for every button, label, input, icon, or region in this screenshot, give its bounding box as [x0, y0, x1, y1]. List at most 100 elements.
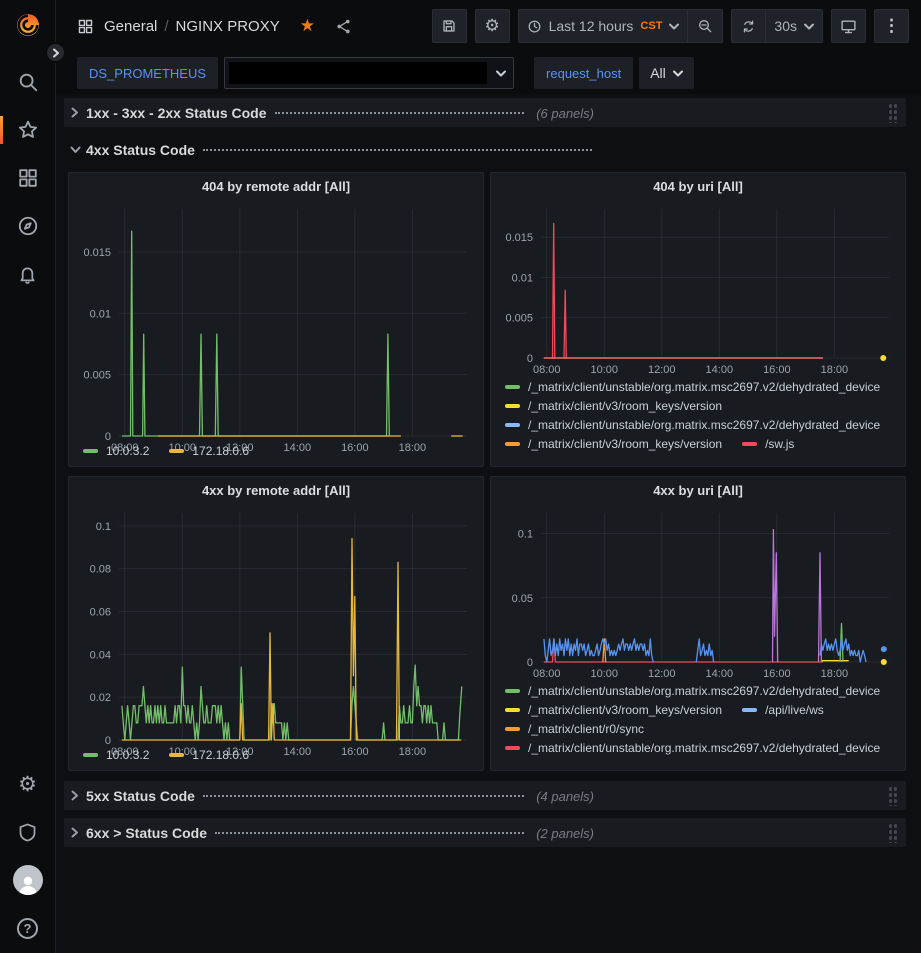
- breadcrumb-section[interactable]: General: [104, 18, 157, 35]
- time-picker-group: Last 12 hours CST: [518, 9, 724, 43]
- panel-legend: 10.0.3.2 172.18.0.6: [69, 746, 483, 770]
- svg-text:0: 0: [527, 353, 533, 365]
- svg-text:0.04: 0.04: [90, 649, 111, 661]
- legend-item[interactable]: /api/live/ws: [742, 703, 824, 717]
- breadcrumb-dashboard-title[interactable]: NGINX PROXY: [176, 18, 280, 35]
- row-header-6xx[interactable]: 6xx > Status Code (2 panels): [64, 818, 906, 847]
- variable-label-ds-prometheus[interactable]: DS_PROMETHEUS: [77, 57, 218, 89]
- panel-header[interactable]: 404 by remote addr [All]: [69, 173, 483, 199]
- legend-item[interactable]: 172.18.0.6: [169, 444, 249, 458]
- time-series-plot[interactable]: 08:0010:0012:0014:0016:0018:0000.050.1: [495, 503, 901, 682]
- sidebar-expand-button[interactable]: [45, 42, 66, 63]
- time-series-plot[interactable]: 08:0010:0012:0014:0016:0018:0000.0050.01…: [73, 199, 479, 442]
- more-options-button[interactable]: ⋮: [874, 9, 909, 43]
- grafana-logo[interactable]: [14, 11, 42, 44]
- zoom-out-icon: [697, 18, 713, 34]
- chevron-down-icon: [669, 23, 679, 30]
- star-outline-icon: [17, 119, 39, 141]
- svg-text:0.02: 0.02: [90, 692, 111, 704]
- legend-series-label: /_matrix/client/r0/sync: [528, 722, 644, 736]
- row-header-5xx[interactable]: 5xx Status Code (4 panels): [64, 781, 906, 810]
- row-header-1xx-3xx-2xx[interactable]: 1xx - 3xx - 2xx Status Code (6 panels): [64, 98, 906, 127]
- dashboard-settings-button[interactable]: ⚙: [475, 9, 510, 43]
- row-drag-handle[interactable]: [888, 785, 898, 806]
- time-series-plot[interactable]: 08:0010:0012:0014:0016:0018:0000.020.040…: [73, 503, 479, 746]
- chevron-down-icon: [496, 70, 506, 77]
- panel-4xx-by-remote-addr: 4xx by remote addr [All] 08:0010:0012:00…: [68, 476, 484, 771]
- legend-item[interactable]: /_matrix/client/unstable/org.matrix.msc2…: [505, 741, 880, 755]
- legend-item[interactable]: /_matrix/client/v3/room_keys/version: [505, 703, 722, 717]
- svg-text:10:00: 10:00: [591, 364, 619, 376]
- legend-item[interactable]: 10.0.3.2: [83, 444, 149, 458]
- svg-text:18:00: 18:00: [821, 364, 849, 376]
- legend-item[interactable]: /_matrix/client/r0/sync: [505, 722, 644, 736]
- legend-item[interactable]: /_matrix/client/v3/room_keys/version: [505, 399, 722, 413]
- row-title-dots: [215, 832, 524, 834]
- timezone-label: CST: [640, 20, 662, 32]
- sidebar: ⚙ ?: [0, 0, 56, 953]
- svg-text:18:00: 18:00: [821, 668, 849, 680]
- legend-series-swatch: [83, 753, 98, 757]
- svg-text:12:00: 12:00: [648, 364, 676, 376]
- svg-text:0.1: 0.1: [96, 521, 111, 533]
- panel-header[interactable]: 4xx by remote addr [All]: [69, 477, 483, 503]
- sidebar-item-starred[interactable]: [0, 106, 55, 154]
- legend-item[interactable]: 10.0.3.2: [83, 748, 149, 762]
- svg-text:12:00: 12:00: [648, 668, 676, 680]
- apps-grid-icon: [77, 18, 94, 35]
- refresh-button[interactable]: [731, 9, 766, 43]
- chevron-right-icon: [52, 48, 60, 58]
- sidebar-item-explore[interactable]: [0, 202, 55, 250]
- row-header-4xx[interactable]: 4xx Status Code: [64, 135, 906, 164]
- avatar: [13, 865, 43, 895]
- chevron-right-icon: [70, 790, 86, 801]
- legend-item[interactable]: /_matrix/client/unstable/org.matrix.msc2…: [505, 418, 880, 432]
- sidebar-item-profile[interactable]: [0, 856, 55, 904]
- time-series-plot[interactable]: 08:0010:0012:0014:0016:0018:0000.0050.01…: [495, 199, 901, 378]
- zoom-out-time-button[interactable]: [688, 9, 723, 43]
- refresh-interval-picker[interactable]: 30s: [766, 9, 823, 43]
- legend-series-label: 10.0.3.2: [106, 748, 149, 762]
- panel-legend: /_matrix/client/unstable/org.matrix.msc2…: [491, 682, 905, 770]
- legend-item[interactable]: /sw.js: [742, 437, 794, 451]
- row-drag-handle[interactable]: [888, 102, 898, 123]
- panel-header[interactable]: 404 by uri [All]: [491, 173, 905, 199]
- legend-series-label: /_matrix/client/v3/room_keys/version: [528, 437, 722, 451]
- time-range-picker[interactable]: Last 12 hours CST: [518, 9, 689, 43]
- favorite-star-icon[interactable]: ★: [300, 16, 315, 36]
- svg-text:0.06: 0.06: [90, 607, 111, 619]
- svg-text:08:00: 08:00: [533, 364, 561, 376]
- svg-text:0.005: 0.005: [83, 370, 111, 382]
- save-dashboard-button[interactable]: [432, 9, 467, 43]
- request-host-select[interactable]: All: [639, 57, 694, 89]
- panel-title: 4xx by remote addr [All]: [202, 483, 350, 498]
- legend-item[interactable]: 172.18.0.6: [169, 748, 249, 762]
- legend-item[interactable]: /_matrix/client/v3/room_keys/version: [505, 437, 722, 451]
- sidebar-item-help[interactable]: ?: [0, 904, 55, 952]
- sidebar-item-server-admin[interactable]: [0, 808, 55, 856]
- svg-text:16:00: 16:00: [763, 668, 791, 680]
- share-icon[interactable]: [335, 18, 352, 35]
- svg-text:14:00: 14:00: [706, 364, 734, 376]
- legend-item[interactable]: /_matrix/client/unstable/org.matrix.msc2…: [505, 684, 880, 698]
- sidebar-item-configuration[interactable]: ⚙: [0, 760, 55, 808]
- ds-prometheus-select[interactable]: [224, 57, 514, 89]
- sidebar-top-nav: [0, 58, 55, 298]
- tv-mode-button[interactable]: [831, 9, 866, 43]
- legend-series-label: 172.18.0.6: [192, 444, 249, 458]
- panel-header[interactable]: 4xx by uri [All]: [491, 477, 905, 503]
- sidebar-item-alerting[interactable]: [0, 250, 55, 298]
- legend-series-swatch: [742, 442, 757, 446]
- refresh-interval-label: 30s: [774, 18, 797, 34]
- row-title-dots: [203, 795, 524, 797]
- sidebar-item-search[interactable]: [0, 58, 55, 106]
- svg-text:16:00: 16:00: [763, 364, 791, 376]
- variable-label-request-host[interactable]: request_host: [534, 57, 633, 89]
- row-drag-handle[interactable]: [888, 822, 898, 843]
- chevron-right-icon: [70, 827, 86, 838]
- legend-series-label: /api/live/ws: [765, 703, 824, 717]
- legend-item[interactable]: /_matrix/client/unstable/org.matrix.msc2…: [505, 380, 880, 394]
- legend-series-label: /sw.js: [765, 437, 794, 451]
- sidebar-item-dashboards[interactable]: [0, 154, 55, 202]
- dashboard-canvas: 1xx - 3xx - 2xx Status Code (6 panels) 4…: [56, 94, 921, 953]
